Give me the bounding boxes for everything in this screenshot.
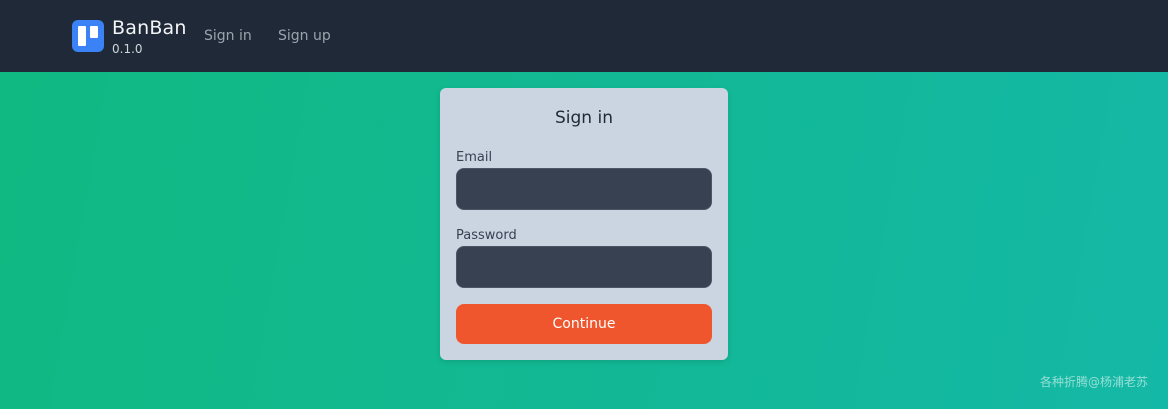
password-field[interactable] xyxy=(456,246,712,288)
password-label: Password xyxy=(456,228,517,243)
kanban-logo-icon[interactable] xyxy=(72,20,104,52)
nav-sign-up-link[interactable]: Sign up xyxy=(278,27,331,45)
email-label: Email xyxy=(456,150,493,165)
logo-column-left xyxy=(78,26,86,46)
logo-column-right xyxy=(90,26,98,38)
brand-name[interactable]: BanBan xyxy=(112,16,187,40)
top-navbar: BanBan 0.1.0 Sign in Sign up xyxy=(0,0,1168,72)
app-version: 0.1.0 xyxy=(112,42,143,56)
sign-in-card: Sign in Email Password Continue xyxy=(440,88,728,360)
continue-button[interactable]: Continue xyxy=(456,304,712,344)
form-title: Sign in xyxy=(555,108,613,128)
watermark-text: 各种折腾@杨浦老苏 xyxy=(1039,375,1148,389)
email-field[interactable] xyxy=(456,168,712,210)
nav-sign-in-link[interactable]: Sign in xyxy=(204,27,252,45)
